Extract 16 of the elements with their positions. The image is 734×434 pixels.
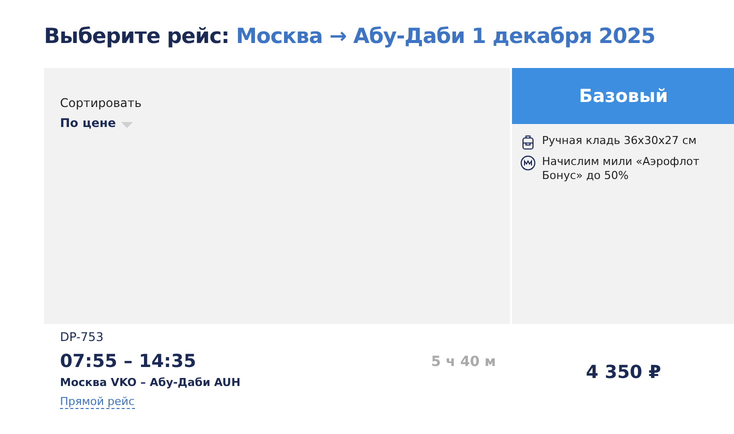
miles-icon (520, 155, 536, 171)
flight-times: 07:55 – 14:35 (60, 351, 196, 372)
direct-flight-link[interactable]: Прямой рейс (60, 395, 134, 409)
feature-text: Ручная кладь 36x30x27 см (542, 134, 697, 148)
backpack-icon (520, 134, 536, 150)
heading-route: Москва → Абу-Даби 1 декабря 2025 (236, 24, 656, 48)
feature-text: Начислим мили «Аэрофлот Бонус» до 50% (542, 155, 700, 183)
flight-duration: 5 ч 40 м (431, 354, 496, 370)
fare-header: Базовый (512, 68, 734, 124)
price-button[interactable]: 4 350 ₽ (586, 360, 662, 384)
caret-icon (120, 122, 133, 128)
flight-route: Москва VKO – Абу-Даби AUH (60, 376, 242, 389)
sort-label: Сортировать (60, 96, 143, 110)
sort-dropdown[interactable]: По цене (60, 116, 133, 130)
flight-number: DP-753 (60, 330, 104, 344)
heading-label: Выберите рейс: (44, 24, 230, 48)
